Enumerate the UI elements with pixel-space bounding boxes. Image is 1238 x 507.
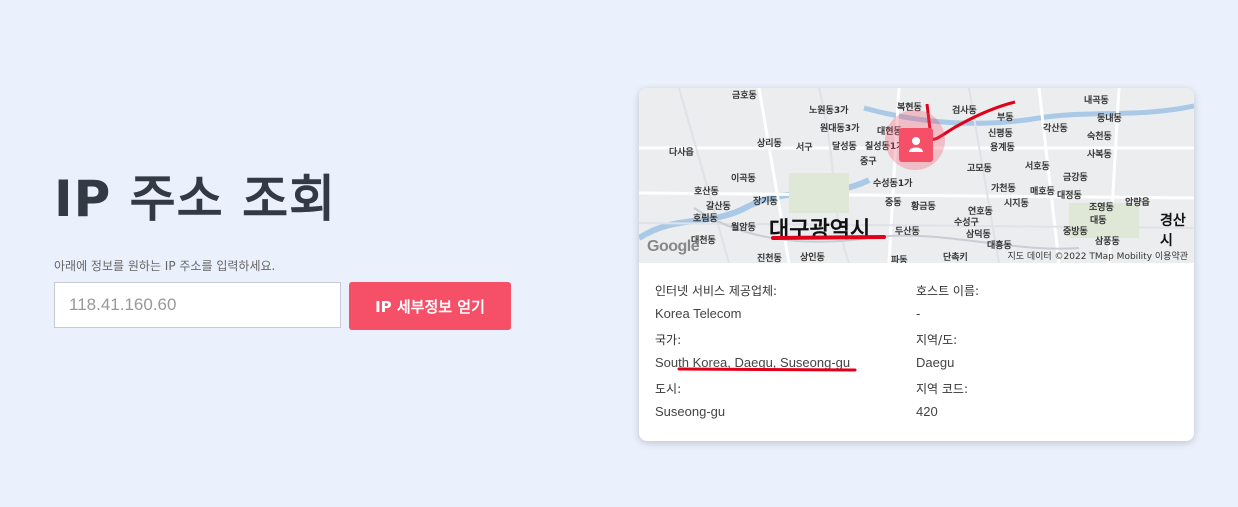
map-place-label: 이곡동 <box>731 174 756 184</box>
map-place-label: 매호동 <box>1030 187 1055 197</box>
page-title: IP 주소 조회 <box>54 170 337 228</box>
map-place-label: 진천동 <box>757 254 782 263</box>
map-place-label: 월암동 <box>731 223 756 233</box>
map-place-label: 고모동 <box>967 164 992 174</box>
map-place-label: 서호동 <box>1025 162 1050 172</box>
map-place-label: 호림동 <box>693 214 718 224</box>
area-code-label: 지역 코드: <box>916 382 969 396</box>
map-place-label: 파동 <box>891 256 908 263</box>
map-place-label: 호산동 <box>694 187 719 197</box>
map-place-label: 단촉키 <box>943 253 968 263</box>
map-place-label: 노원동3가 <box>809 106 849 116</box>
map-place-label: 금호동 <box>732 91 757 101</box>
location-pin-icon[interactable] <box>899 128 933 162</box>
map-place-label: 조영동 <box>1089 203 1114 213</box>
map-place-label: 내곡동 <box>1084 96 1109 106</box>
host-field: 호스트 이름: - <box>916 282 1176 331</box>
get-ip-details-button[interactable]: IP 세부정보 얻기 <box>349 282 511 330</box>
map-place-label: 용계동 <box>990 143 1015 153</box>
map-place-label: 중구 <box>860 157 877 167</box>
map-place-label: 동내동 <box>1097 114 1122 124</box>
map-place-label: 수성동1가 <box>873 179 913 189</box>
map-place-label: 시지동 <box>1004 199 1029 209</box>
map-place-label: 두산동 <box>895 227 920 237</box>
map-place-label: 삼풍동 <box>1095 237 1120 247</box>
host-value: - <box>916 306 921 321</box>
map-place-label: 다사읍 <box>669 148 694 158</box>
map-place-label: 대동 <box>1090 216 1107 226</box>
country-label: 국가: <box>655 333 682 347</box>
map-place-label: 숙천동 <box>1087 132 1112 142</box>
map-place-label: 상리동 <box>757 139 782 149</box>
country-field: 국가: South Korea, Daegu, Suseong-gu <box>655 331 916 380</box>
ip-result-card: 금호동 노원동3가 복현동 검사동 내곡동 원대동3가 대현동 부동 동내동 상… <box>639 88 1194 441</box>
map-place-label: 달성동 <box>832 142 857 152</box>
location-map[interactable]: 금호동 노원동3가 복현동 검사동 내곡동 원대동3가 대현동 부동 동내동 상… <box>639 88 1194 263</box>
map-place-label: 대정동 <box>1057 191 1082 201</box>
map-place-label: 상인동 <box>800 253 825 263</box>
city-label-underline <box>771 235 886 240</box>
map-place-label: 중동 <box>885 198 902 208</box>
city-value: Suseong-gu <box>655 404 726 419</box>
map-place-label: 압량읍 <box>1125 198 1150 208</box>
lookup-panel: IP 주소 조회 아래에 정보를 원하는 IP 주소를 입력하세요. IP 세부… <box>54 168 574 330</box>
map-place-label: 가천동 <box>991 184 1016 194</box>
region-field: 지역/도: Daegu <box>916 331 1176 380</box>
lookup-form: IP 세부정보 얻기 <box>54 282 574 330</box>
city-label: 도시: <box>655 382 682 396</box>
map-place-label: 사복동 <box>1087 150 1112 160</box>
ip-info-grid: 인터넷 서비스 제공업체: Korea Telecom 호스트 이름: - 국가… <box>639 263 1194 429</box>
input-hint: 아래에 정보를 원하는 IP 주소를 입력하세요. <box>54 259 276 273</box>
map-place-label: 검사동 <box>952 106 977 116</box>
host-label: 호스트 이름: <box>916 284 980 298</box>
area-code-field: 지역 코드: 420 <box>916 380 1176 429</box>
map-place-label: 원대동3가 <box>820 124 860 134</box>
map-place-label: 황금동 <box>911 202 936 212</box>
area-code-value: 420 <box>916 404 938 419</box>
map-attribution[interactable]: 지도 데이터 ©2022 TMap Mobility 이용약관 <box>1007 249 1188 262</box>
region-value: Daegu <box>916 355 955 370</box>
region-map-label: 경산시 <box>1160 213 1186 249</box>
region-label: 지역/도: <box>916 333 958 347</box>
isp-field: 인터넷 서비스 제공업체: Korea Telecom <box>655 282 916 331</box>
map-place-label: 중방동 <box>1063 227 1088 237</box>
isp-label: 인터넷 서비스 제공업체: <box>655 284 778 298</box>
ip-address-input[interactable] <box>54 282 341 328</box>
google-logo: Google <box>647 238 700 255</box>
city-field: 도시: Suseong-gu <box>655 380 916 429</box>
map-place-label: 각산동 <box>1043 124 1068 134</box>
country-underline <box>677 367 857 372</box>
map-place-label: 서구 <box>796 143 813 153</box>
map-place-label: 장기동 <box>753 197 778 207</box>
map-place-label: 금강동 <box>1063 173 1088 183</box>
isp-value: Korea Telecom <box>655 306 742 321</box>
map-place-label: 신평동 <box>988 129 1013 139</box>
map-place-label: 부동 <box>997 113 1014 123</box>
